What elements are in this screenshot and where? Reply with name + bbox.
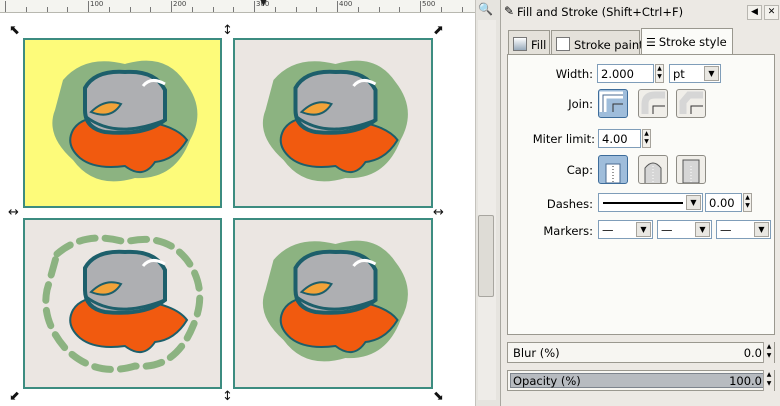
miter-limit-label: Miter limit: (532, 132, 595, 146)
ruler-label: 200 (173, 0, 187, 8)
chevron-down-icon: ▼ (636, 222, 651, 237)
width-input[interactable]: 2.000 (597, 64, 654, 83)
miter-limit-spinner[interactable]: ▲ ▼ (642, 129, 651, 148)
round-cap-button[interactable] (638, 155, 668, 184)
width-unit-select[interactable]: pt ▼ (669, 64, 721, 83)
iron-drawing (262, 240, 408, 362)
miter-join-icon (599, 91, 623, 112)
iron-drawing (52, 60, 198, 182)
dash-offset-input[interactable]: 0.00 (705, 193, 742, 212)
scale-handle-w-icon[interactable]: ↔ (8, 206, 19, 219)
marker-value: — (720, 223, 732, 237)
tab-label: Fill (531, 38, 547, 52)
cap-label: Cap: (566, 163, 593, 177)
chevron-down-icon: ▼ (686, 195, 701, 210)
chevron-down-icon: ▼ (754, 222, 769, 237)
opacity-label: Opacity (%) (513, 374, 581, 388)
miter-limit-input[interactable]: 4.00 (598, 129, 641, 148)
blur-spinner[interactable]: ▲ ▼ (763, 342, 774, 363)
drawing-tile-selected[interactable] (23, 38, 222, 208)
tab-stroke-style[interactable]: ☰ Stroke style (641, 28, 733, 55)
blur-value: 0.0 (743, 346, 762, 360)
drawing-tile[interactable] (233, 218, 433, 389)
tab-stroke-paint[interactable]: Stroke paint (551, 30, 644, 54)
stroke-style-icon: ☰ (646, 36, 656, 49)
scale-handle-s-icon[interactable]: ↕ (222, 390, 233, 403)
scale-handle-ne-icon[interactable]: ⬈ (433, 24, 444, 37)
scroll-track[interactable] (478, 20, 496, 400)
dash-offset-spinner[interactable]: ▲ ▼ (743, 193, 752, 212)
fill-icon (513, 37, 527, 51)
round-join-icon (641, 91, 665, 114)
scroll-thumb[interactable] (478, 215, 494, 297)
tab-label: Stroke style (658, 35, 727, 49)
horizontal-ruler: 100 200 300 400 500 ▼ (0, 0, 475, 13)
unit-value: pt (673, 67, 685, 81)
round-join-button[interactable] (638, 89, 668, 118)
opacity-spinner[interactable]: ▲ ▼ (763, 370, 774, 391)
bevel-join-icon (679, 91, 703, 114)
opacity-slider[interactable]: Opacity (%) 100.0 ▲ ▼ (507, 370, 775, 391)
chevron-down-icon: ▼ (704, 66, 719, 81)
iron-drawing (262, 60, 408, 182)
close-icon[interactable]: ✕ (764, 5, 779, 20)
scale-handle-se-icon[interactable]: ⬊ (433, 390, 444, 403)
dialog-titlebar: ✎ Fill and Stroke (Shift+Ctrl+F) ◀ ✕ (503, 2, 779, 20)
zoom-icon[interactable]: 🔍 (478, 2, 493, 16)
opacity-value: 100.0 (729, 374, 762, 388)
blur-label: Blur (%) (513, 346, 560, 360)
width-label: Width: (555, 67, 593, 81)
join-label: Join: (568, 97, 593, 111)
pen-icon: ✎ (504, 4, 515, 18)
scale-handle-sw-icon[interactable]: ⬋ (9, 390, 20, 403)
chevron-down-icon: ▼ (695, 222, 710, 237)
butt-cap-icon (605, 163, 621, 184)
marker-value: — (661, 223, 673, 237)
blur-slider[interactable]: Blur (%) 0.0 ▲ ▼ (507, 342, 775, 363)
miter-join-button[interactable] (598, 89, 628, 118)
drawing-tile[interactable] (23, 218, 222, 389)
scale-handle-n-icon[interactable]: ↕ (222, 24, 233, 37)
scale-handle-nw-icon[interactable]: ⬉ (9, 24, 20, 37)
collapse-icon[interactable]: ◀ (747, 5, 762, 20)
start-marker-select[interactable]: — ▼ (598, 220, 653, 239)
dash-pattern-select[interactable]: ▼ (598, 193, 703, 212)
round-cap-icon (644, 162, 662, 183)
canvas[interactable]: 100 200 300 400 500 ▼ ⬉ ↕ ⬈ ↔ ↔ ⬋ ↕ ⬊ (0, 0, 475, 406)
ruler-label: 400 (339, 0, 353, 8)
dialog-title: Fill and Stroke (Shift+Ctrl+F) (517, 5, 684, 19)
mid-marker-select[interactable]: — ▼ (657, 220, 712, 239)
scale-handle-e-icon[interactable]: ↔ (433, 206, 444, 219)
drawing-tile[interactable] (233, 38, 433, 208)
stroke-paint-icon (556, 37, 570, 51)
tab-label: Stroke paint (574, 38, 644, 52)
ruler-label: 100 (90, 0, 104, 8)
end-marker-select[interactable]: — ▼ (716, 220, 771, 239)
ruler-pointer-icon: ▼ (260, 0, 267, 8)
marker-value: — (602, 223, 614, 237)
iron-drawing-dashed (42, 234, 204, 373)
bevel-join-button[interactable] (676, 89, 706, 118)
butt-cap-button[interactable] (598, 155, 628, 184)
solid-dash-preview (603, 202, 683, 204)
square-cap-icon (682, 159, 700, 184)
width-spinner[interactable]: ▲ ▼ (655, 64, 664, 83)
square-cap-button[interactable] (676, 155, 706, 184)
markers-label: Markers: (543, 224, 593, 238)
ruler-label: 500 (422, 0, 436, 8)
dashes-label: Dashes: (546, 197, 593, 211)
tab-fill[interactable]: Fill (508, 30, 550, 54)
